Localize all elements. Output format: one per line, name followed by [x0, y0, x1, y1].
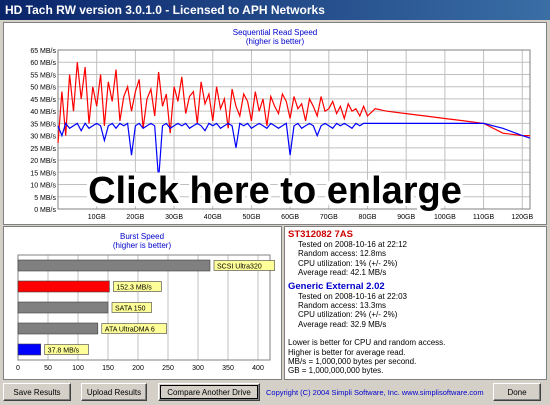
note-line: Lower is better for CPU and random acces…	[288, 338, 446, 348]
drive2-avg: Average read: 32.9 MB/s	[298, 319, 387, 329]
results-info-panel: ST312082 7AS Tested on 2008-10-16 at 22:…	[284, 226, 547, 380]
burst-bar-label: SCSI Ultra320	[217, 264, 262, 271]
burst-bar-label: ATA UltraDMA 6	[105, 327, 155, 334]
burst-chart-title: Burst Speed	[120, 232, 164, 241]
seq-y-tick-label: 25 MB/s	[30, 146, 56, 153]
seq-x-tick-label: 10GB	[88, 214, 106, 221]
save-results-button[interactable]: Save Results	[3, 383, 71, 401]
drive2-access: Random access: 13.3ms	[298, 301, 387, 311]
burst-bar	[17, 259, 211, 272]
seq-x-tick-label: 30GB	[165, 214, 183, 221]
drive1-cpu: CPU utilization: 1% (+/- 2%)	[298, 258, 398, 268]
seq-y-tick-label: 55 MB/s	[30, 72, 56, 79]
burst-chart-subtitle: (higher is better)	[113, 241, 172, 250]
hdtach-window: HD Tach RW version 3.0.1.0 - Licensed to…	[0, 0, 550, 405]
drive1-access: Random access: 12.8ms	[298, 249, 387, 259]
seq-y-tick-label: 35 MB/s	[30, 121, 56, 128]
seq-y-tick-label: 45 MB/s	[30, 97, 56, 104]
seq-x-tick-label: 90GB	[397, 214, 415, 221]
done-button[interactable]: Done	[493, 383, 541, 401]
burst-x-tick-label: 350	[222, 365, 234, 372]
burst-bar	[17, 322, 99, 335]
seq-x-tick-label: 60GB	[281, 214, 299, 221]
note-line: Higher is better for average read.	[288, 347, 406, 357]
burst-bar	[17, 301, 109, 314]
seq-x-tick-label: 70GB	[320, 214, 338, 221]
seq-x-tick-label: 40GB	[204, 214, 222, 221]
burst-x-tick-label: 50	[44, 365, 52, 372]
drive2-cpu: CPU utilization: 2% (+/- 2%)	[298, 310, 398, 320]
seq-y-tick-label: 40 MB/s	[30, 109, 56, 116]
burst-speed-chart: Burst Speed (higher is better) 0 50 100 150 20…	[3, 226, 282, 380]
seq-y-tick-label: 60 MB/s	[30, 60, 56, 67]
drive1-name: ST312082 7AS	[288, 229, 353, 240]
burst-x-tick-label: 150	[102, 365, 114, 372]
click-to-enlarge-overlay[interactable]: Click here to enlarge	[0, 168, 550, 214]
burst-x-tick-label: 0	[16, 365, 20, 372]
drive2-tested: Tested on 2008-10-16 at 22:03	[298, 291, 407, 301]
upload-results-button[interactable]: Upload Results	[81, 383, 147, 401]
drive1-tested: Tested on 2008-10-16 at 22:12	[298, 240, 407, 249]
note-line: MB/s = 1,000,000 bytes per second.	[288, 357, 417, 367]
seq-chart-subtitle: (higher is better)	[246, 37, 305, 46]
seq-x-tick-label: 50GB	[242, 214, 260, 221]
seq-y-tick-label: 65 MB/s	[30, 48, 56, 55]
burst-x-tick-label: 250	[162, 365, 174, 372]
drive1-avg: Average read: 42.1 MB/s	[298, 268, 387, 278]
seq-y-tick-label: 30 MB/s	[30, 134, 56, 141]
burst-bar-label: 152.3 MB/s	[116, 285, 152, 292]
burst-bar	[17, 280, 110, 293]
burst-x-tick-label: 300	[192, 365, 204, 372]
compare-another-drive-button[interactable]: Compare Another Drive	[158, 383, 260, 401]
burst-x-tick-label: 100	[72, 365, 84, 372]
seq-y-tick-label: 20 MB/s	[30, 158, 56, 165]
burst-bar-label: 37.8 MB/s	[48, 348, 80, 355]
window-title: HD Tach RW version 3.0.1.0 - Licensed to…	[5, 3, 325, 17]
burst-bar-label: SATA 150	[115, 306, 146, 313]
seq-x-tick-label: 120GB	[511, 214, 533, 221]
copyright-link[interactable]: Copyright (C) 2004 Simpli Software, Inc.…	[266, 388, 484, 397]
seq-x-tick-label: 80GB	[359, 214, 377, 221]
seq-x-tick-label: 110GB	[473, 214, 495, 221]
burst-x-tick-label: 400	[252, 365, 264, 372]
seq-x-tick-label: 20GB	[126, 214, 144, 221]
title-bar: HD Tach RW version 3.0.1.0 - Licensed to…	[0, 0, 550, 20]
burst-bar	[17, 343, 41, 356]
note-line: GB = 1,000,000,000 bytes.	[288, 366, 384, 376]
seq-chart-title: Sequential Read Speed	[233, 28, 318, 37]
burst-x-tick-label: 200	[132, 365, 144, 372]
drive2-name: Generic External 2.02	[288, 280, 385, 292]
seq-y-tick-label: 50 MB/s	[30, 85, 56, 92]
burst-speed-svg: Burst Speed(higher is better) 0 50 100 150 20…	[16, 232, 275, 372]
seq-x-tick-label: 100GB	[434, 214, 456, 221]
